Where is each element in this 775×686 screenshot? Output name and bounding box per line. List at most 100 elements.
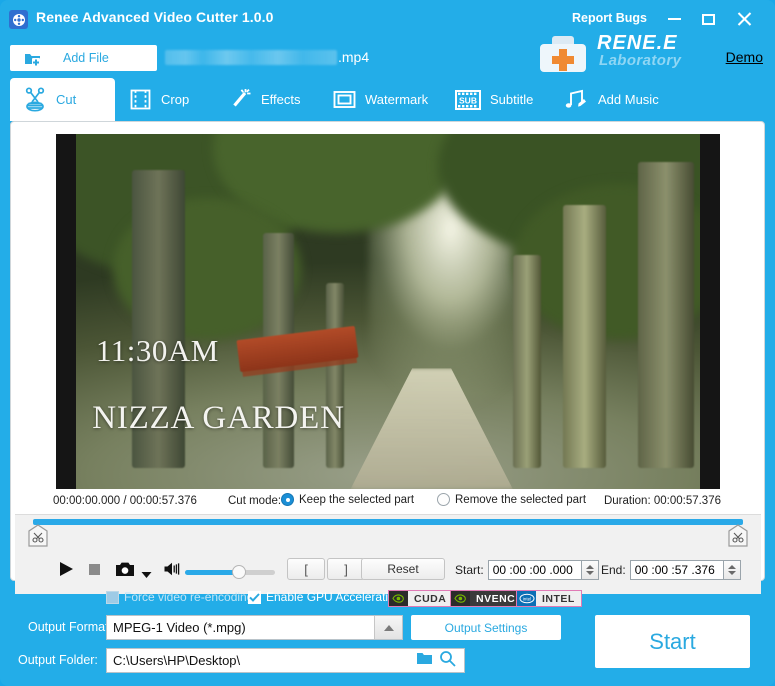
volume-slider-fill [185, 570, 239, 575]
snapshot-button[interactable] [115, 560, 135, 583]
film-reel-icon [9, 10, 28, 29]
output-folder-field[interactable]: C:\Users\HP\Desktop\ [106, 648, 465, 673]
tab-subtitle-label: Subtitle [490, 92, 533, 107]
app-window: Renee Advanced Video Cutter 1.0.0 Report… [0, 0, 775, 686]
end-time-input[interactable]: 00 :00 :57 .376 [630, 560, 724, 580]
add-file-label: Add File [63, 51, 109, 65]
radio-keep-selected-part[interactable]: Keep the selected part [281, 493, 414, 506]
start-time-stepper[interactable] [582, 560, 599, 580]
output-format-value: MPEG-1 Video (*.mpg) [107, 620, 374, 635]
checkbox-box [106, 591, 119, 604]
cut-mode-label: Cut mode: [228, 495, 281, 507]
timeline-track-area[interactable] [15, 514, 761, 554]
volume-slider-knob[interactable] [232, 565, 246, 579]
radio-keep-label: Keep the selected part [299, 494, 414, 506]
timeline-selection-bar[interactable] [33, 519, 743, 525]
tab-watermark-label: Watermark [365, 92, 428, 107]
brand-logo: RENE.E Laboratory [535, 30, 705, 76]
chevron-up-icon [728, 565, 736, 569]
volume-icon[interactable] [163, 560, 181, 583]
duration-display: Duration: 00:00:57.376 [604, 495, 721, 507]
timeline-handle-right[interactable] [727, 524, 749, 548]
mark-in-button[interactable]: [ [287, 558, 325, 580]
start-button[interactable]: Start [595, 615, 750, 668]
tab-add-music-label: Add Music [598, 92, 659, 107]
tab-cut-label: Cut [56, 92, 76, 107]
end-time-group: End: 00 :00 :57 .376 [601, 560, 741, 580]
minimize-button[interactable] [661, 8, 687, 30]
add-file-icon [24, 51, 41, 66]
reset-button[interactable]: Reset [361, 558, 445, 580]
file-name-redacted [165, 50, 337, 65]
tab-effects-label: Effects [261, 92, 301, 107]
checkbox-box [248, 591, 261, 604]
scene-path [351, 368, 513, 489]
tab-crop[interactable]: Crop [120, 78, 218, 121]
current-time-display: 00:00:00.000 / 00:00:57.376 [53, 495, 197, 507]
output-format-select[interactable]: MPEG-1 Video (*.mpg) [106, 615, 403, 640]
video-overlay-time: 11:30AM [96, 333, 219, 369]
brand-subtitle: Laboratory [599, 52, 681, 69]
tab-cut[interactable]: Cut [10, 78, 115, 121]
chevron-up-icon [586, 565, 594, 569]
page-title: Renee Advanced Video Cutter 1.0.0 [36, 9, 274, 25]
start-time-input[interactable]: 00 :00 :00 .000 [488, 560, 582, 580]
checkbox-gpu-acceleration-label: Enable GPU Acceleration [266, 590, 401, 604]
play-button[interactable] [57, 560, 75, 583]
report-bugs-link[interactable]: Report Bugs [572, 11, 647, 25]
svg-text:intel: intel [522, 597, 530, 602]
video-frame: 11:30AM NIZZA GARDEN [76, 134, 700, 489]
first-aid-kit-icon [535, 30, 591, 74]
magic-wand-icon [228, 87, 253, 112]
tab-watermark[interactable]: Watermark [326, 78, 444, 121]
chevron-down-icon[interactable] [141, 566, 152, 584]
add-file-button[interactable]: Add File [10, 45, 157, 71]
chevron-down-icon [586, 571, 594, 575]
radio-remove-selected-part[interactable]: Remove the selected part [437, 493, 586, 506]
video-letterbox: 11:30AM NIZZA GARDEN [56, 134, 720, 489]
close-icon [737, 12, 751, 26]
folder-icon[interactable] [416, 651, 433, 670]
tab-subtitle[interactable]: SUB Subtitle [448, 78, 552, 121]
chevron-up-icon[interactable] [374, 616, 402, 639]
end-time-label: End: [601, 563, 626, 577]
gpu-badge-nvenc[interactable]: NVENC [450, 590, 522, 607]
video-preview-area[interactable]: 11:30AM NIZZA GARDEN [15, 126, 761, 489]
timeline-handle-left[interactable] [27, 524, 49, 548]
start-time-label: Start: [455, 563, 484, 577]
file-name-display: .mp4 [165, 49, 369, 65]
output-folder-value: C:\Users\HP\Desktop\ [107, 653, 416, 668]
tab-effects[interactable]: Effects [222, 78, 326, 121]
gpu-badge-intel[interactable]: intel INTEL [516, 590, 582, 607]
output-settings-button[interactable]: Output Settings [411, 615, 561, 640]
tab-add-music[interactable]: Add Music [558, 78, 676, 121]
intel-logo-icon: intel [517, 591, 536, 606]
radio-dot-icon [437, 493, 450, 506]
volume-slider[interactable] [185, 570, 275, 575]
search-icon[interactable] [439, 650, 456, 672]
folder-actions [416, 650, 464, 672]
close-button[interactable] [731, 8, 757, 30]
tab-bar: Cut Crop Effects [0, 78, 775, 121]
output-format-label: Output Format: [28, 620, 112, 634]
preview-info-row: 00:00:00.000 / 00:00:57.376 Cut mode: Ke… [15, 492, 761, 512]
demo-link[interactable]: Demo [726, 49, 763, 65]
stop-button[interactable] [85, 560, 103, 583]
sub-icon: SUB [454, 88, 482, 112]
file-name-extension: .mp4 [338, 49, 369, 65]
minimize-icon [668, 18, 681, 20]
svg-text:SUB: SUB [459, 95, 477, 105]
radio-remove-label: Remove the selected part [455, 494, 586, 506]
scissors-icon [22, 87, 48, 113]
tab-crop-label: Crop [161, 92, 189, 107]
checkbox-force-reencoding[interactable]: Force video re-encoding [106, 590, 253, 604]
gpu-badge-cuda[interactable]: CUDA [388, 590, 453, 607]
film-crop-icon [128, 87, 153, 112]
maximize-button[interactable] [695, 8, 721, 30]
mark-out-button[interactable]: ] [327, 558, 365, 580]
end-time-stepper[interactable] [724, 560, 741, 580]
main-panel: 11:30AM NIZZA GARDEN 00:00:00.000 / 00:0… [10, 121, 765, 581]
music-note-icon [564, 87, 590, 112]
gpu-badge-cuda-label: CUDA [408, 591, 452, 606]
checkbox-gpu-acceleration[interactable]: Enable GPU Acceleration [248, 590, 401, 604]
